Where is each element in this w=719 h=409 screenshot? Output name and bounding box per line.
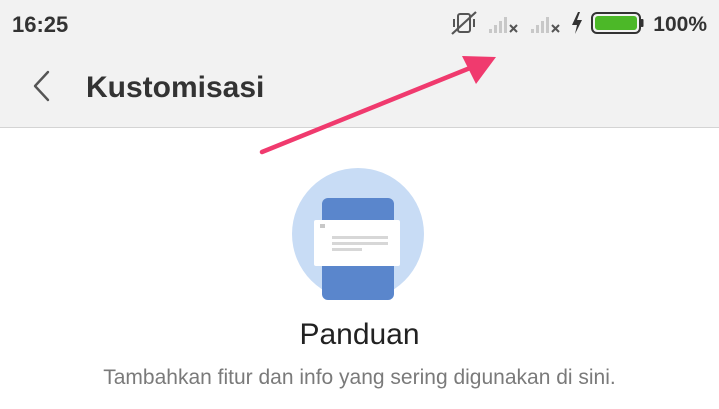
toolbar: Kustomisasi: [0, 50, 719, 128]
vibrate-off-icon: [449, 10, 479, 41]
page-title: Kustomisasi: [86, 71, 265, 104]
signal-none-icon: [529, 10, 563, 41]
back-button[interactable]: [22, 68, 62, 108]
guide-title: Panduan: [299, 318, 420, 351]
signal-none-icon: [487, 10, 521, 41]
customization-screen: 16:25 100% Kustomisasi Panduan Tambahkan…: [0, 0, 719, 409]
status-icons: 100%: [441, 9, 707, 41]
status-time: 16:25: [12, 12, 69, 37]
battery-fill: [595, 15, 638, 30]
status-bar: 16:25 100%: [0, 0, 719, 50]
battery-full-icon: [591, 10, 645, 41]
guide-card-illustration: [292, 168, 424, 300]
charging-bolt-icon: [571, 11, 583, 40]
guide-description: Tambahkan fitur dan info yang sering dig…: [103, 366, 616, 389]
chevron-left-icon: [31, 69, 53, 108]
battery-percent: 100%: [653, 13, 707, 36]
